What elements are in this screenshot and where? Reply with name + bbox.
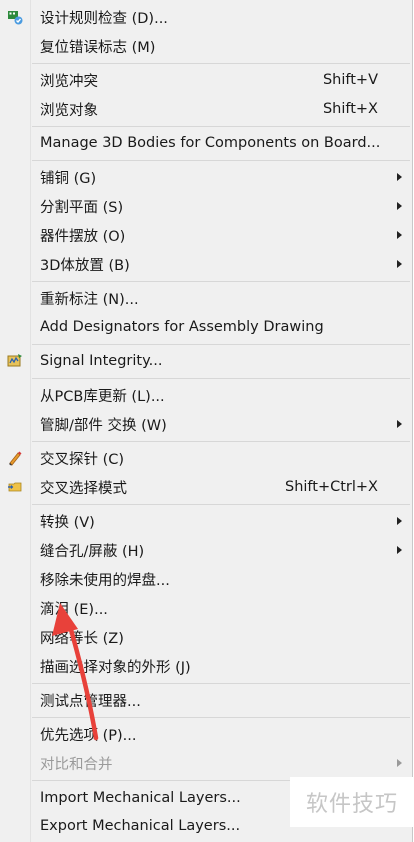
- menu-item-testpoint-manager[interactable]: 测试点管理器...: [0, 687, 412, 713]
- menu-item-outline-selected-objects[interactable]: 描画选择对象的外形 (J): [0, 653, 412, 679]
- menu-item-label: Add Designators for Assembly Drawing: [40, 319, 324, 335]
- menu-separator: [32, 717, 410, 718]
- menu-item-label: 设计规则检查 (D)...: [40, 10, 168, 27]
- menu-item-shortcut: Shift+Ctrl+X: [285, 479, 378, 495]
- menu-item-label: 器件摆放 (O): [40, 228, 126, 245]
- menu-separator: [32, 63, 410, 64]
- menu-item-teardrops[interactable]: 滴泪 (E)...: [0, 595, 412, 621]
- menu-item-label: 铺铜 (G): [40, 170, 97, 187]
- menu-item-label: Signal Integrity...: [40, 353, 163, 369]
- menu-item-compare-and-merge[interactable]: 对比和合并: [0, 750, 412, 776]
- menu-item-via-stitching-shielding[interactable]: 缝合孔/屏蔽 (H): [0, 537, 412, 563]
- menu-item-reset-error-markers[interactable]: 复位错误标志 (M): [0, 33, 412, 59]
- menu-item-signal-integrity[interactable]: Signal Integrity...: [0, 348, 412, 374]
- menu-item-3d-body-placement[interactable]: 3D体放置 (B): [0, 251, 412, 277]
- menu-item-browse-objects[interactable]: 浏览对象 Shift+X: [0, 96, 412, 122]
- drc-check-icon: [6, 8, 24, 26]
- menu-item-pin-part-swap[interactable]: 管脚/部件 交换 (W): [0, 411, 412, 437]
- menu-separator: [32, 344, 410, 345]
- menu-item-label: Manage 3D Bodies for Components on Board…: [40, 135, 381, 151]
- submenu-arrow-icon: [397, 231, 402, 239]
- menu-item-re-annotate[interactable]: 重新标注 (N)...: [0, 285, 412, 311]
- menu-item-design-rule-check[interactable]: 设计规则检查 (D)...: [0, 4, 412, 30]
- submenu-arrow-icon: [397, 202, 402, 210]
- menu-item-component-placement[interactable]: 器件摆放 (O): [0, 222, 412, 248]
- menu-item-label: Import Mechanical Layers...: [40, 790, 241, 806]
- menu-item-label: 重新标注 (N)...: [40, 291, 139, 308]
- menu-item-label: 描画选择对象的外形 (J): [40, 659, 191, 676]
- menu-item-label: 缝合孔/屏蔽 (H): [40, 543, 145, 560]
- menu-item-label: 交叉探针 (C): [40, 451, 125, 468]
- menu-item-label: 从PCB库更新 (L)...: [40, 388, 165, 405]
- menu-item-label: 滴泪 (E)...: [40, 601, 108, 618]
- menu-item-preferences[interactable]: 优先选项 (P)...: [0, 721, 412, 747]
- menu-item-cross-probe[interactable]: 交叉探针 (C): [0, 445, 412, 471]
- menu-separator: [32, 504, 410, 505]
- submenu-arrow-icon: [397, 420, 402, 428]
- signal-integrity-icon: [6, 352, 24, 370]
- submenu-arrow-icon: [397, 517, 402, 525]
- menu-item-shortcut: Shift+X: [322, 101, 378, 117]
- menu-item-update-from-pcb-library[interactable]: 从PCB库更新 (L)...: [0, 382, 412, 408]
- menu-item-label: 网络等长 (Z): [40, 630, 124, 647]
- menu-item-label: 优先选项 (P)...: [40, 727, 137, 744]
- menu-item-manage-3d-bodies[interactable]: Manage 3D Bodies for Components on Board…: [0, 130, 412, 156]
- menu-separator: [32, 441, 410, 442]
- menu-item-label: 对比和合并: [40, 756, 113, 773]
- cross-select-icon: [6, 478, 24, 496]
- menu-item-cross-select-mode[interactable]: 交叉选择模式 Shift+Ctrl+X: [0, 474, 412, 500]
- menu-item-label: 转换 (V): [40, 514, 95, 531]
- menu-item-label: 复位错误标志 (M): [40, 39, 156, 56]
- menu-item-label: 浏览冲突: [40, 73, 98, 90]
- menu-item-convert[interactable]: 转换 (V): [0, 508, 412, 534]
- submenu-arrow-icon: [397, 759, 402, 767]
- menu-item-remove-unused-pads[interactable]: 移除未使用的焊盘...: [0, 566, 412, 592]
- watermark-text: 软件技巧: [290, 777, 414, 827]
- menu-separator: [32, 281, 410, 282]
- menu-item-browse-violations[interactable]: 浏览冲突 Shift+V: [0, 67, 412, 93]
- menu-separator: [32, 378, 410, 379]
- menu-item-label: 分割平面 (S): [40, 199, 124, 216]
- menu-item-label: 交叉选择模式: [40, 480, 127, 497]
- menu-item-net-length-tuning[interactable]: 网络等长 (Z): [0, 624, 412, 650]
- tools-context-menu: 设计规则检查 (D)... 复位错误标志 (M) 浏览冲突 Shift+V 浏览…: [0, 0, 413, 842]
- menu-separator: [32, 126, 410, 127]
- cross-probe-icon: [6, 449, 24, 467]
- menu-item-label: 测试点管理器...: [40, 693, 141, 710]
- menu-item-add-designators[interactable]: Add Designators for Assembly Drawing: [0, 314, 412, 340]
- menu-item-label: 3D体放置 (B): [40, 257, 130, 274]
- menu-separator: [32, 683, 410, 684]
- menu-item-polygon-pour[interactable]: 铺铜 (G): [0, 164, 412, 190]
- submenu-arrow-icon: [397, 260, 402, 268]
- menu-item-label: 浏览对象: [40, 102, 98, 119]
- menu-item-label: Export Mechanical Layers...: [40, 818, 241, 834]
- submenu-arrow-icon: [397, 546, 402, 554]
- menu-item-split-planes[interactable]: 分割平面 (S): [0, 193, 412, 219]
- menu-item-label: 移除未使用的焊盘...: [40, 572, 170, 589]
- menu-item-label: 管脚/部件 交换 (W): [40, 417, 167, 434]
- submenu-arrow-icon: [397, 173, 402, 181]
- menu-separator: [32, 160, 410, 161]
- menu-item-shortcut: Shift+V: [322, 72, 378, 88]
